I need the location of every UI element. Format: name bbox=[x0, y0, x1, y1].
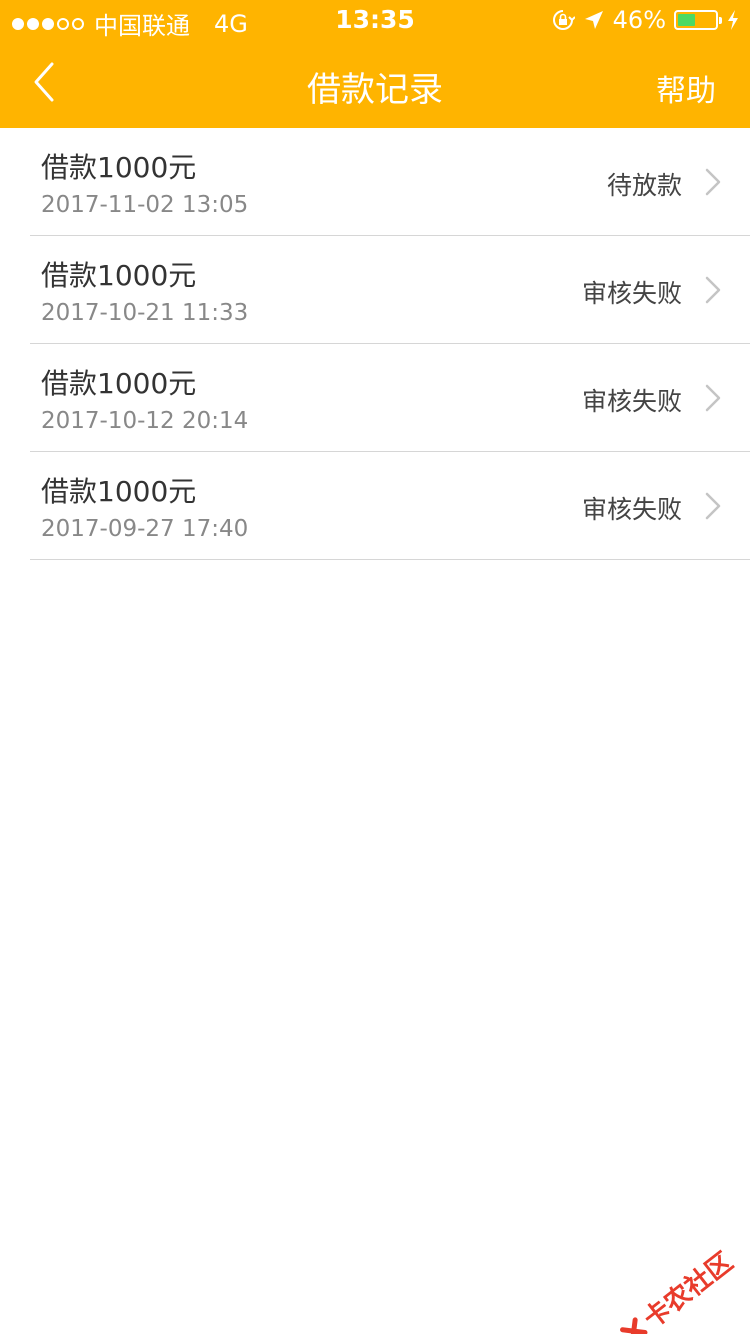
list-item[interactable]: 借款1000元 2017-10-21 11:33 审核失败 bbox=[30, 236, 750, 344]
loan-record-list: 借款1000元 2017-11-02 13:05 待放款 借款1000元 201… bbox=[0, 128, 750, 560]
chevron-right-icon bbox=[705, 384, 721, 412]
record-date: 2017-10-12 20:14 bbox=[41, 408, 249, 434]
record-title: 借款1000元 bbox=[41, 475, 197, 508]
record-title: 借款1000元 bbox=[41, 151, 197, 184]
record-date: 2017-11-02 13:05 bbox=[41, 192, 249, 218]
record-status: 审核失败 bbox=[581, 387, 682, 416]
battery-tip bbox=[719, 17, 722, 24]
battery-fill bbox=[678, 14, 695, 26]
list-item[interactable]: 借款1000元 2017-11-02 13:05 待放款 bbox=[30, 128, 750, 236]
battery-icon bbox=[674, 10, 722, 30]
status-right: 46% bbox=[551, 6, 740, 34]
help-button[interactable]: 帮助 bbox=[656, 66, 716, 110]
record-title: 借款1000元 bbox=[41, 367, 197, 400]
chevron-right-icon bbox=[705, 168, 721, 196]
record-status: 待放款 bbox=[606, 171, 682, 200]
record-date: 2017-09-27 17:40 bbox=[41, 516, 249, 542]
list-item[interactable]: 借款1000元 2017-10-12 20:14 审核失败 bbox=[30, 344, 750, 452]
record-status: 审核失败 bbox=[581, 495, 682, 524]
header: 中国联通 4G 13:35 46% 借款记录 帮助 bbox=[0, 0, 750, 128]
chevron-right-icon bbox=[705, 492, 721, 520]
list-item[interactable]: 借款1000元 2017-09-27 17:40 审核失败 bbox=[30, 452, 750, 560]
location-arrow-icon bbox=[584, 11, 603, 29]
charging-bolt-icon bbox=[728, 10, 738, 30]
watermark: 卡农社区 bbox=[613, 1242, 740, 1334]
record-status: 审核失败 bbox=[581, 279, 682, 308]
battery-percent: 46% bbox=[612, 6, 666, 34]
chevron-right-icon bbox=[705, 276, 721, 304]
record-title: 借款1000元 bbox=[41, 259, 197, 292]
status-bar: 中国联通 4G 13:35 46% bbox=[0, 0, 750, 40]
watermark-text: 卡农社区 bbox=[638, 1247, 739, 1334]
page-title: 借款记录 bbox=[307, 70, 443, 110]
record-date: 2017-10-21 11:33 bbox=[41, 300, 249, 326]
lock-rotation-icon bbox=[552, 10, 575, 30]
